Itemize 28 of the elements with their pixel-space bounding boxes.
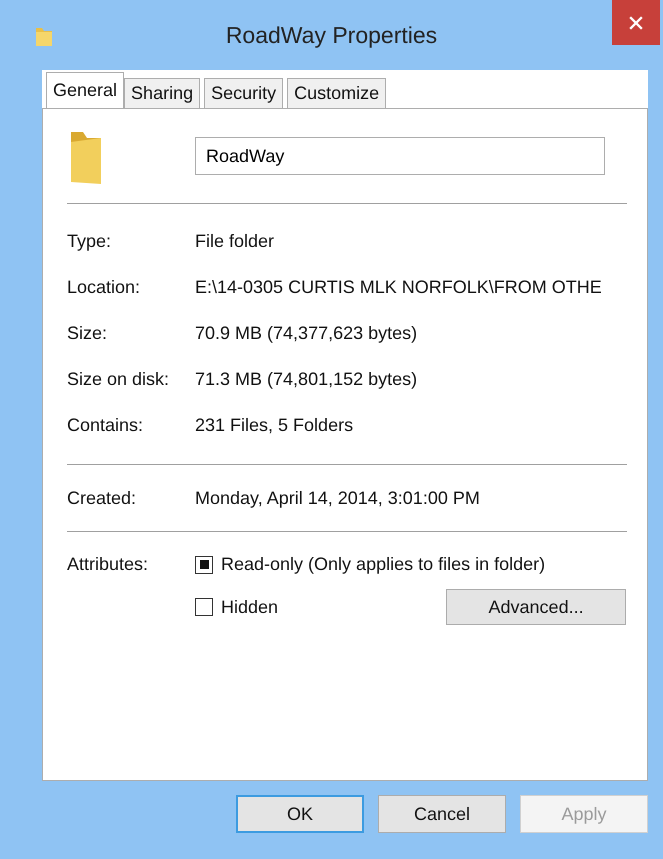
name-field[interactable]: RoadWay <box>195 137 605 175</box>
field-value: 70.9 MB (74,377,623 bytes) <box>195 322 418 344</box>
field-value: E:\14-0305 CURTIS MLK NORFOLK\FROM OTHE <box>195 276 602 298</box>
advanced-button[interactable]: Advanced... <box>446 589 626 625</box>
checkbox[interactable] <box>195 598 213 616</box>
dialog-button[interactable]: Cancel <box>378 795 506 833</box>
field-label: Size: <box>67 322 108 344</box>
tab[interactable]: Customize <box>287 78 386 108</box>
field-label: Contains: <box>67 414 144 436</box>
tab[interactable]: Security <box>204 78 284 108</box>
field-label: Type: <box>67 230 112 252</box>
tab[interactable]: General <box>46 72 124 108</box>
dialog-button[interactable]: OK <box>236 795 364 833</box>
field-value: 231 Files, 5 Folders <box>195 414 354 436</box>
field-value: Monday, April 14, 2014, 3:01:00 PM <box>195 488 480 508</box>
field-value: 71.3 MB (74,801,152 bytes) <box>195 368 418 390</box>
checkbox-label[interactable]: Hidden <box>221 596 278 618</box>
field-label: Attributes: <box>67 554 150 576</box>
checkbox-label[interactable]: Read-only (Only applies to files in folder) <box>221 554 546 575</box>
tab[interactable]: Sharing <box>124 78 200 108</box>
checkbox[interactable] <box>195 556 213 574</box>
close-icon <box>629 16 643 30</box>
field-label: Location: <box>67 276 142 298</box>
field-label: Created: <box>67 488 138 508</box>
field-value: File folder <box>195 230 274 252</box>
window-title: RoadWay Properties <box>224 22 438 48</box>
close-button[interactable] <box>612 0 660 45</box>
field-label: Size on disk: <box>67 368 170 390</box>
